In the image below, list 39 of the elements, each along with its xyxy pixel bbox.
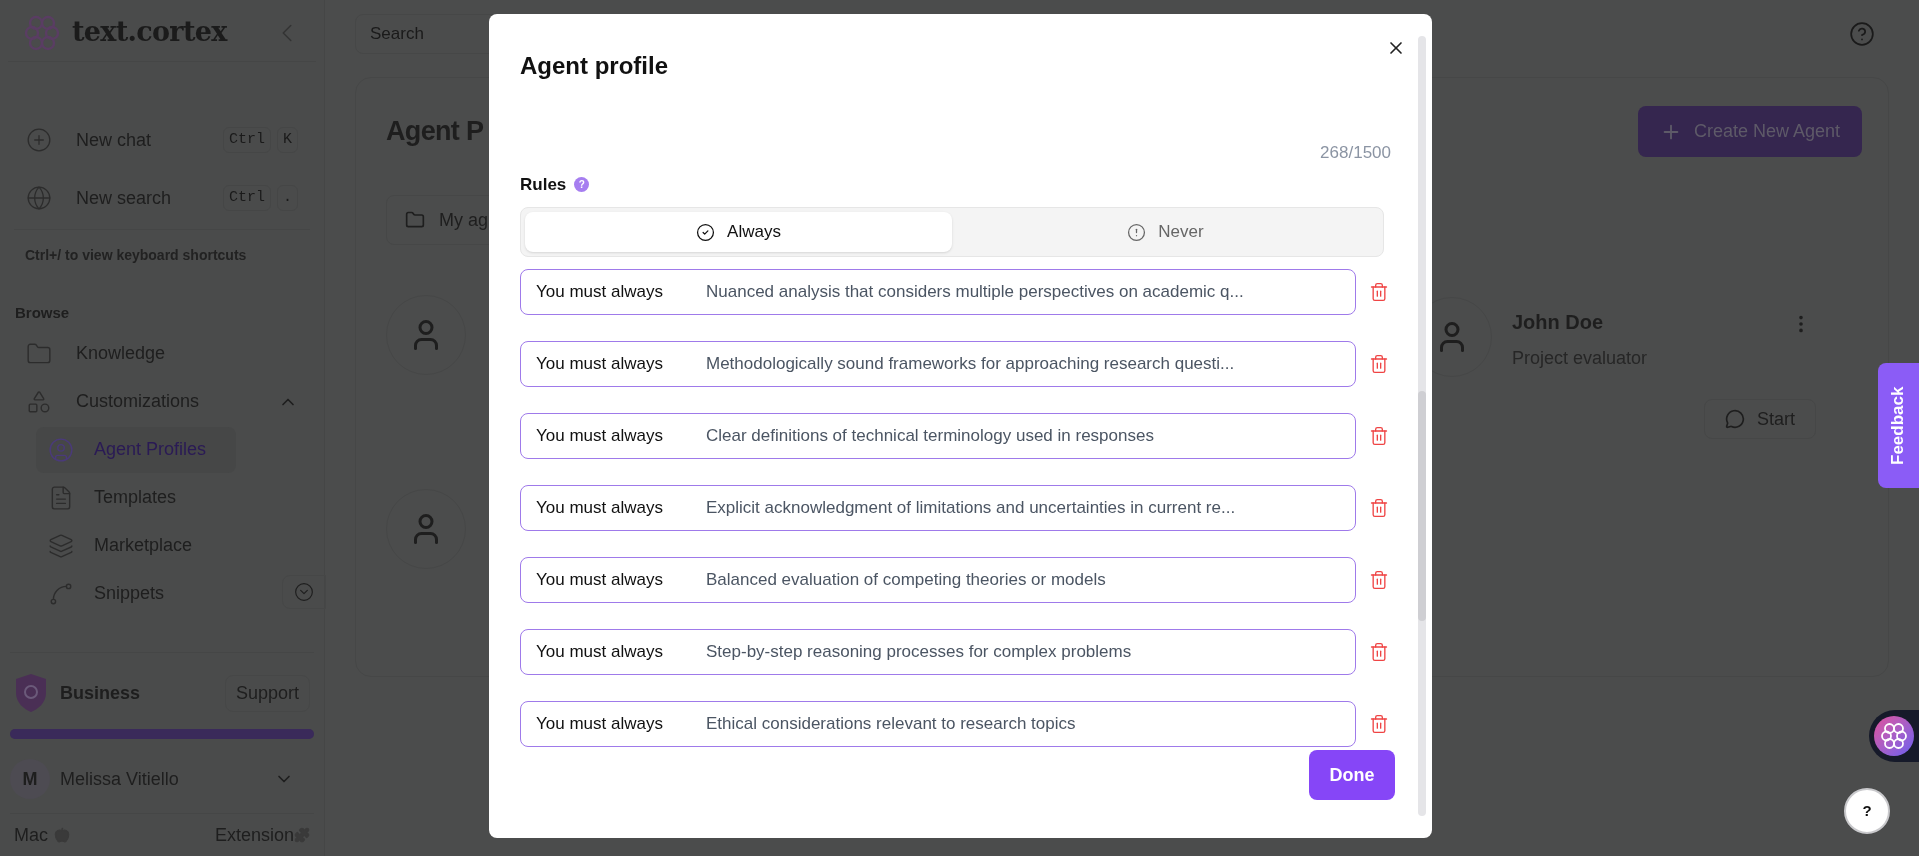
- scrollbar-thumb[interactable]: [1418, 391, 1426, 621]
- rules-label: Rules: [520, 173, 567, 196]
- help-icon[interactable]: [1849, 21, 1875, 47]
- done-button[interactable]: Done: [1309, 750, 1395, 800]
- alert-icon: [1127, 222, 1147, 242]
- delete-icon[interactable]: [1369, 642, 1389, 662]
- nav-icon: [26, 388, 52, 415]
- key-cap: .: [277, 185, 298, 211]
- delete-icon[interactable]: [1369, 570, 1389, 590]
- shield-logo-icon: [14, 673, 48, 713]
- rule-field[interactable]: You must always Clear definitions of technical terminology used in responses: [520, 413, 1356, 459]
- chevron-down-circle-icon: [294, 581, 314, 602]
- delete-icon[interactable]: [1369, 498, 1389, 518]
- rule-field[interactable]: You must always Methodologically sound frameworks for approaching research questi...: [520, 341, 1356, 387]
- rule-field[interactable]: You must always Nuanced analysis that considers multiple perspectives on academic q...: [520, 269, 1356, 315]
- feedback-tab[interactable]: Feedback: [1878, 363, 1919, 488]
- chat-icon: [1725, 409, 1745, 429]
- check-circle-icon: [696, 222, 716, 242]
- plus-circle-icon: [26, 127, 52, 153]
- rule-field[interactable]: You must always Ethical considerations relevant to research topics: [520, 701, 1356, 747]
- globe-icon: [26, 185, 52, 211]
- rule-tab[interactable]: Never: [952, 212, 1379, 252]
- nav-icon: [48, 436, 74, 463]
- delete-icon[interactable]: [1369, 426, 1389, 446]
- rule-tab[interactable]: Always: [525, 212, 952, 252]
- rule-field[interactable]: You must always Step-by-step reasoning processes for complex problems: [520, 629, 1356, 675]
- delete-icon[interactable]: [1369, 354, 1389, 374]
- nav-icon: [48, 532, 74, 559]
- folder-icon: [405, 210, 425, 230]
- rule-field[interactable]: You must always Balanced evaluation of competing theories or models: [520, 557, 1356, 603]
- character-counter: 268/1500: [1320, 142, 1391, 164]
- help-button[interactable]: ?: [1844, 788, 1890, 834]
- assistant-launcher[interactable]: [1869, 710, 1919, 762]
- rule-field[interactable]: You must always Explicit acknowledgment of limitations and uncertainties in current re...: [520, 485, 1356, 531]
- info-icon: ?: [574, 176, 590, 192]
- delete-icon[interactable]: [1369, 714, 1389, 734]
- modal-title: Agent profile: [520, 51, 668, 81]
- delete-icon[interactable]: [1369, 282, 1389, 302]
- brain-icon: [1879, 721, 1909, 751]
